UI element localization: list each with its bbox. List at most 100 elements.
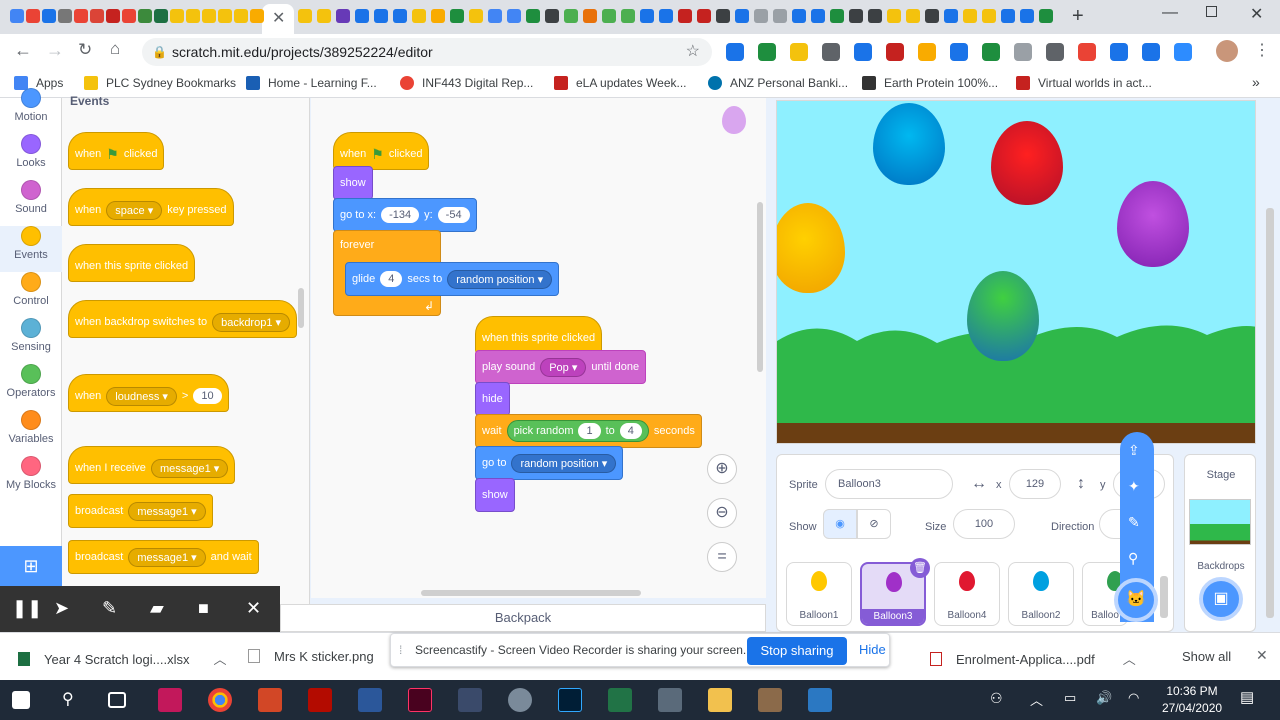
tab-favicon-icon[interactable] xyxy=(564,9,578,23)
message-dropdown[interactable]: message1 ▾ xyxy=(150,458,229,478)
sprite-name-field[interactable]: Balloon3 xyxy=(825,469,953,499)
minimize-icon[interactable]: — xyxy=(1162,4,1178,22)
palette-scrollbar[interactable] xyxy=(298,288,304,328)
extension-icon[interactable] xyxy=(758,43,776,61)
tab-favicon-icon[interactable] xyxy=(1001,9,1015,23)
extension-icon[interactable] xyxy=(1014,43,1032,61)
battery-icon[interactable]: ▭ xyxy=(1064,690,1076,706)
tab-favicon-icon[interactable] xyxy=(317,9,331,23)
back-icon[interactable]: ← xyxy=(14,40,32,61)
tab-favicon-icon[interactable] xyxy=(106,9,120,23)
photoshop-icon[interactable] xyxy=(558,688,582,712)
tab-favicon-icon[interactable] xyxy=(830,9,844,23)
extension-icon[interactable] xyxy=(1142,43,1160,61)
tab-favicon-icon[interactable] xyxy=(792,9,806,23)
category-events[interactable]: Events xyxy=(0,226,62,272)
address-bar[interactable]: 🔒 scratch.mit.edu/projects/389252224/edi… xyxy=(142,38,712,66)
camera-icon[interactable]: ■ xyxy=(198,598,209,619)
target-dropdown[interactable]: random position ▾ xyxy=(447,269,553,289)
workspace-scrollbar[interactable] xyxy=(421,590,641,596)
extension-icon[interactable] xyxy=(854,43,872,61)
tab-favicon-icon[interactable] xyxy=(773,9,787,23)
tab-favicon-icon[interactable] xyxy=(431,9,445,23)
volume-icon[interactable]: 🔊 xyxy=(1096,690,1112,706)
tab-favicon-icon[interactable] xyxy=(469,9,483,23)
menu-icon[interactable]: ⋮ xyxy=(1254,40,1270,60)
tab-favicon-icon[interactable] xyxy=(355,9,369,23)
close-window-icon[interactable]: ✕ xyxy=(1250,4,1263,24)
extension-add-icon[interactable]: ⊞ xyxy=(0,546,62,586)
tab-favicon-icon[interactable] xyxy=(250,9,264,23)
tab-favicon-icon[interactable] xyxy=(526,9,540,23)
tab-favicon-icon[interactable] xyxy=(925,9,939,23)
block-broadcast[interactable]: broadcast message1 ▾ xyxy=(68,494,213,528)
tab-favicon-icon[interactable] xyxy=(202,9,216,23)
tab-favicon-icon[interactable] xyxy=(42,9,56,23)
tab-favicon-icon[interactable] xyxy=(1039,9,1053,23)
hide-button[interactable]: Hide xyxy=(859,642,886,657)
bookmark-plc[interactable]: PLC Sydney Bookmarks xyxy=(84,76,236,90)
people-icon[interactable]: ⚇ xyxy=(990,690,1003,707)
sprite-list-scrollbar[interactable] xyxy=(1160,576,1168,618)
windows-start-icon[interactable] xyxy=(12,691,30,709)
chrome-icon[interactable] xyxy=(208,688,232,712)
tab-favicon-icon[interactable] xyxy=(678,9,692,23)
profile-avatar[interactable] xyxy=(1216,40,1238,62)
target-dropdown[interactable]: random position ▾ xyxy=(511,453,617,473)
upload-sprite-icon[interactable]: ⇪ xyxy=(1128,442,1140,459)
tab-favicon-icon[interactable] xyxy=(868,9,882,23)
tab-favicon-icon[interactable] xyxy=(887,9,901,23)
tab-favicon-icon[interactable] xyxy=(621,9,635,23)
bookmark-home[interactable]: Home - Learning F... xyxy=(246,76,377,90)
category-looks[interactable]: Looks xyxy=(0,134,62,169)
sprite-thumb-balloon4[interactable]: Balloon4 xyxy=(934,562,1000,626)
x-input[interactable]: -134 xyxy=(381,207,420,223)
block-when-flag-clicked[interactable]: when ⚑ clicked xyxy=(68,132,165,170)
block-when-i-receive[interactable]: when I receive message1 ▾ xyxy=(68,446,236,484)
active-tab[interactable]: ✕ xyxy=(262,4,294,34)
tab-favicon-icon[interactable] xyxy=(154,9,168,23)
app-icon[interactable] xyxy=(808,688,832,712)
tab-favicon-icon[interactable] xyxy=(1020,9,1034,23)
stage-selector[interactable]: Stage Backdrops ▣ xyxy=(1184,454,1256,632)
pen-icon[interactable]: ✎ xyxy=(102,598,117,619)
indesign-icon[interactable] xyxy=(408,688,432,712)
tab-favicon-icon[interactable] xyxy=(583,9,597,23)
extension-icon[interactable] xyxy=(726,43,744,61)
close-tab-icon[interactable]: ✕ xyxy=(272,8,285,28)
zoom-in-icon[interactable]: ⊕ xyxy=(707,454,737,484)
download-item-png[interactable]: Mrs K sticker.png xyxy=(248,649,374,664)
tab-favicon-icon[interactable] xyxy=(944,9,958,23)
app-icon[interactable] xyxy=(158,688,182,712)
script2-wait[interactable]: wait pick random 1 to 4 seconds xyxy=(475,414,702,448)
tab-favicon-icon[interactable] xyxy=(735,9,749,23)
extension-icon[interactable] xyxy=(1110,43,1128,61)
tab-favicon-icon[interactable] xyxy=(186,9,200,23)
tab-favicon-icon[interactable] xyxy=(26,9,40,23)
more-bookmarks[interactable]: » xyxy=(1252,74,1260,90)
download-item-pdf[interactable]: Enrolment-Applica....pdf ︿ xyxy=(930,649,1136,668)
category-motion[interactable]: Motion xyxy=(0,88,62,123)
tab-favicon-icon[interactable] xyxy=(545,9,559,23)
forward-icon[interactable]: → xyxy=(46,40,64,61)
backdrop-thumbnail[interactable] xyxy=(1189,499,1251,545)
tab-favicon-icon[interactable] xyxy=(450,9,464,23)
tab-favicon-icon[interactable] xyxy=(507,9,521,23)
extension-icon[interactable] xyxy=(1046,43,1064,61)
tab-favicon-icon[interactable] xyxy=(336,9,350,23)
tab-favicon-icon[interactable] xyxy=(74,9,88,23)
script2-play-sound[interactable]: play sound Pop ▾ until done xyxy=(475,350,647,384)
block-when-sprite-clicked[interactable]: when this sprite clicked xyxy=(68,244,196,282)
extension-icon[interactable] xyxy=(886,43,904,61)
sprite-thumb-balloon2[interactable]: Balloon2 xyxy=(1008,562,1074,626)
secs-input[interactable]: 4 xyxy=(380,271,403,287)
bookmark-star-icon[interactable]: ☆ xyxy=(686,38,700,66)
tab-favicon-icon[interactable] xyxy=(754,9,768,23)
extension-icon[interactable] xyxy=(1174,43,1192,61)
tray-chevron-icon[interactable]: ︿ xyxy=(1030,690,1043,709)
message-dropdown[interactable]: message1 ▾ xyxy=(128,501,206,521)
backdrop-dropdown[interactable]: backdrop1 ▾ xyxy=(212,312,291,332)
stage[interactable] xyxy=(776,100,1256,444)
tab-favicon-icon[interactable] xyxy=(138,9,152,23)
pause-icon[interactable]: ❚❚ xyxy=(12,598,42,619)
